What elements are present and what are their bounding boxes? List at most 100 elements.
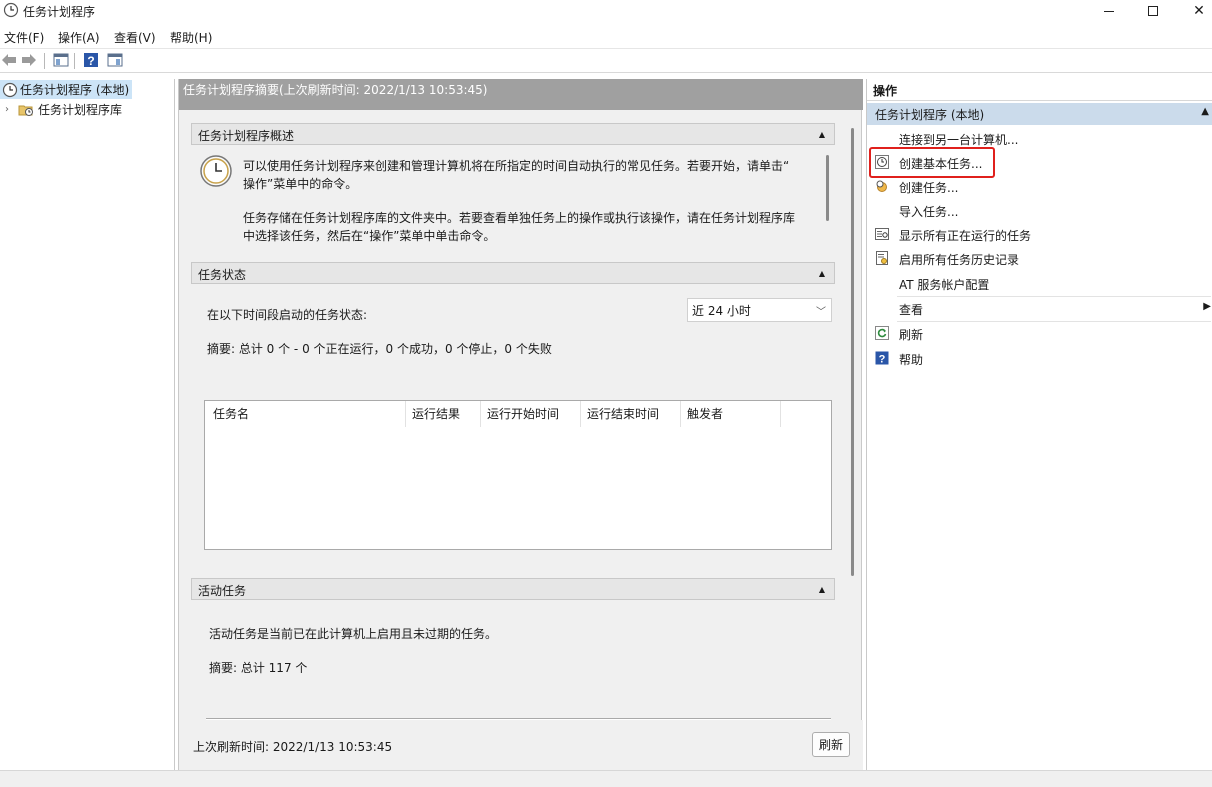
menu-action[interactable]: 操作(A)	[58, 29, 100, 46]
action-label: 连接到另一台计算机...	[899, 133, 1019, 147]
task-status-section-header[interactable]: 任务状态 ▲	[191, 262, 835, 284]
overview-section-header[interactable]: 任务计划程序概述 ▲	[191, 123, 835, 145]
close-button[interactable]: ✕	[1176, 0, 1212, 22]
menu-view[interactable]: 查看(V)	[114, 29, 156, 46]
folder-clock-icon	[18, 102, 34, 118]
chevron-right-icon[interactable]: ›	[5, 104, 15, 115]
active-tasks-section: 活动任务 ▲ 活动任务是当前已在此计算机上启用且未过期的任务。 摘要: 总计 1…	[191, 578, 835, 720]
overview-paragraph-2-line-1: 任务存储在任务计划程序库的文件夹中。若要查看单独任务上的操作或执行该操作，请在任…	[243, 211, 796, 225]
tree-item-label: 任务计划程序库	[38, 103, 123, 117]
action-label: 创建任务...	[899, 181, 959, 195]
clock-icon	[3, 2, 19, 18]
status-summary: 摘要: 总计 0 个 - 0 个正在运行，0 个成功，0 个停止，0 个失败	[207, 342, 552, 356]
maximize-icon	[1148, 6, 1158, 16]
active-tasks-description: 活动任务是当前已在此计算机上启用且未过期的任务。	[209, 627, 498, 641]
last-refresh-text: 上次刷新时间: 2022/1/13 10:53:45	[193, 740, 393, 754]
column-divider[interactable]	[780, 401, 781, 427]
show-hide-console-tree-button[interactable]	[52, 52, 70, 70]
action-pane-title: 操作	[867, 79, 1212, 101]
action-label: 刷新	[899, 328, 924, 342]
overview-scrollbar[interactable]	[826, 155, 829, 221]
minimize-icon	[1104, 10, 1114, 12]
collapse-icon[interactable]: ▲	[1201, 106, 1209, 117]
time-range-dropdown[interactable]: 近 24 小时 ﹀	[687, 298, 832, 322]
action-display-running[interactable]: 显示所有正在运行的任务	[867, 223, 1212, 247]
refresh-button[interactable]: 刷新	[812, 732, 850, 757]
overview-text: 可以使用任务计划程序来创建和管理计算机将在所指定的时间自动执行的常见任务。若要开…	[243, 157, 795, 245]
column-divider[interactable]	[580, 401, 581, 427]
summary-pane: 任务计划程序摘要(上次刷新时间: 2022/1/13 10:53:45) 任务计…	[178, 79, 863, 770]
overview-paragraph-1-line-1: 可以使用任务计划程序来创建和管理计算机将在所指定的时间自动执行的常见任务。若要开…	[243, 159, 790, 173]
column-divider[interactable]	[480, 401, 481, 427]
clock-icon	[199, 154, 233, 191]
toolbar: ?	[0, 48, 1212, 73]
arrow-left-icon	[1, 53, 17, 70]
action-label: 帮助	[899, 353, 924, 367]
column-header-task-name[interactable]: 任务名	[213, 405, 249, 422]
time-range-value: 近 24 小时	[692, 304, 751, 318]
toolbar-separator	[44, 53, 45, 69]
column-header-run-start[interactable]: 运行开始时间	[487, 405, 559, 422]
task-status-table[interactable]: 任务名 运行结果 运行开始时间 运行结束时间 触发者	[204, 400, 832, 550]
clock-icon	[2, 82, 18, 98]
active-tasks-body: 活动任务是当前已在此计算机上启用且未过期的任务。 摘要: 总计 117 个	[191, 600, 835, 720]
action-create-task[interactable]: 创建任务...	[867, 175, 1212, 199]
menu-bar: 文件(F) 操作(A) 查看(V) 帮助(H)	[0, 26, 1212, 46]
column-header-triggered-by[interactable]: 触发者	[687, 405, 723, 422]
action-group-label: 任务计划程序 (本地)	[875, 108, 985, 122]
action-enable-history[interactable]: 启用所有任务历史记录	[867, 247, 1212, 271]
highlight-box	[869, 147, 995, 178]
section-title: 任务计划程序概述	[198, 129, 295, 143]
action-help[interactable]: ? 帮助	[867, 347, 1212, 371]
summary-scrollbar[interactable]	[851, 128, 854, 576]
section-title: 活动任务	[198, 584, 247, 598]
toolbar-separator	[74, 53, 75, 69]
action-label: AT 服务帐户配置	[899, 278, 990, 292]
maximize-button[interactable]	[1130, 0, 1176, 22]
tree-item-task-library[interactable]: › 任务计划程序库	[0, 100, 170, 119]
window-title: 任务计划程序	[23, 5, 96, 19]
column-divider[interactable]	[405, 401, 406, 427]
arrow-right-icon	[21, 53, 37, 70]
action-refresh[interactable]: 刷新	[867, 322, 1212, 346]
overview-paragraph-1-line-2: 操作”菜单中的命令。	[243, 177, 358, 191]
tree-item-task-scheduler-local[interactable]: 任务计划程序 (本地)	[0, 80, 132, 99]
tree-item-label: 任务计划程序 (本地)	[20, 83, 130, 97]
minimize-button[interactable]	[1086, 0, 1132, 22]
menu-help[interactable]: 帮助(H)	[170, 29, 212, 46]
overview-section: 任务计划程序概述 ▲ 可以使用任务计划程序来创建和管理计算机将在所指定的时间自动…	[191, 123, 835, 251]
help-icon: ?	[83, 52, 99, 71]
collapse-icon[interactable]: ▲	[815, 266, 829, 280]
task-status-body: 在以下时间段启动的任务状态: 近 24 小时 ﹀ 摘要: 总计 0 个 - 0 …	[191, 284, 835, 567]
collapse-icon[interactable]: ▲	[815, 582, 829, 596]
action-import-task[interactable]: 导入任务...	[867, 199, 1212, 223]
console-tree: 任务计划程序 (本地) › 任务计划程序库	[0, 79, 175, 770]
task-status-section: 任务状态 ▲ 在以下时间段启动的任务状态: 近 24 小时 ﹀ 摘要: 总计 0…	[191, 262, 835, 567]
history-icon	[875, 251, 889, 265]
back-button[interactable]	[0, 52, 18, 70]
action-view[interactable]: 查看 ▶	[867, 297, 1212, 321]
svg-text:?: ?	[87, 54, 94, 68]
summary-footer: 上次刷新时间: 2022/1/13 10:53:45 刷新	[179, 720, 863, 770]
chevron-right-icon: ▶	[1203, 301, 1211, 312]
list-icon	[875, 227, 889, 241]
active-tasks-section-header[interactable]: 活动任务 ▲	[191, 578, 835, 600]
menu-file[interactable]: 文件(F)	[4, 29, 44, 46]
status-range-label: 在以下时间段启动的任务状态:	[207, 308, 368, 322]
column-header-run-result[interactable]: 运行结果	[412, 405, 460, 422]
help-toolbar-button[interactable]: ?	[82, 52, 100, 70]
refresh-icon	[875, 326, 889, 340]
forward-button[interactable]	[20, 52, 38, 70]
show-hide-action-pane-button[interactable]	[106, 52, 124, 70]
action-pane: 操作 任务计划程序 (本地) ▲ 连接到另一台计算机... 创建基本任务... …	[866, 79, 1212, 770]
collapse-icon[interactable]: ▲	[815, 127, 829, 141]
action-at-service-config[interactable]: AT 服务帐户配置	[867, 272, 1212, 296]
status-bar	[0, 770, 1212, 787]
action-group-header[interactable]: 任务计划程序 (本地) ▲	[867, 103, 1212, 125]
column-header-run-end[interactable]: 运行结束时间	[587, 405, 659, 422]
overview-paragraph-2-line-2: 中选择该任务，然后在“操作”菜单中单击命令。	[243, 229, 496, 243]
column-divider[interactable]	[680, 401, 681, 427]
task-icon	[875, 179, 889, 193]
section-title: 任务状态	[198, 268, 247, 282]
close-icon: ✕	[1193, 3, 1205, 19]
